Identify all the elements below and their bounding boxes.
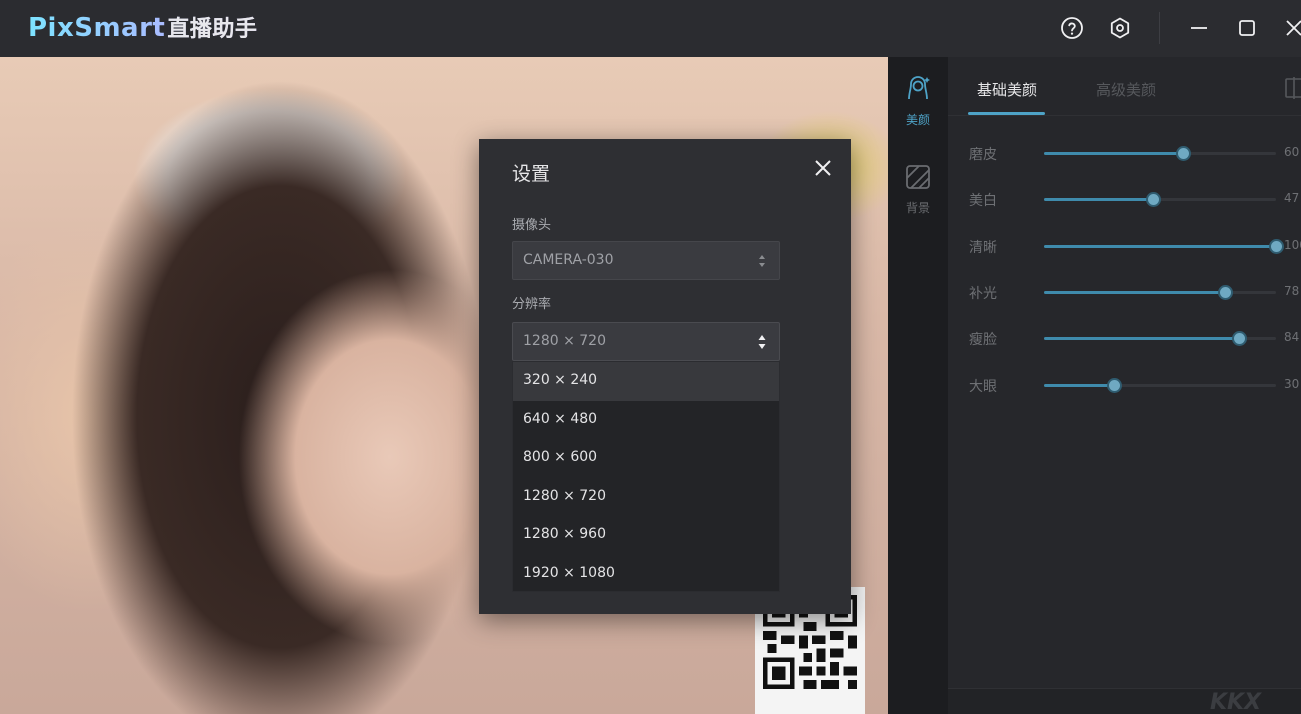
sidebar-item-background[interactable]: 背景 (888, 163, 948, 216)
camera-select[interactable]: CAMERA-030 (512, 241, 780, 280)
compare-icon[interactable] (1284, 77, 1301, 103)
slider-row: 磨皮 60 (948, 142, 1301, 166)
slider-handle[interactable] (1176, 146, 1192, 161)
sidebar-item-beauty[interactable]: 美颜 (888, 73, 948, 128)
slider-value: 60 (1284, 145, 1300, 159)
tab-basic-beauty[interactable]: 基础美颜 (977, 79, 1037, 100)
slider-label: 大眼 (969, 379, 997, 395)
dialog-title: 设置 (512, 163, 551, 185)
slider-track[interactable] (1044, 239, 1284, 254)
slider-fill (1044, 384, 1114, 387)
face-icon (903, 73, 933, 107)
camera-select-value: CAMERA-030 (523, 252, 614, 268)
slider-handle[interactable] (1217, 285, 1233, 300)
minimize-icon[interactable] (1185, 14, 1213, 42)
slider-fill (1044, 337, 1239, 340)
slider-handle[interactable] (1269, 239, 1284, 254)
slider-handle[interactable] (1146, 192, 1162, 207)
slider-row: 美白 47 (948, 188, 1301, 212)
background-icon (904, 163, 932, 195)
slider-track[interactable] (1044, 146, 1276, 161)
slider-track[interactable] (1044, 192, 1276, 207)
slider-track[interactable] (1044, 378, 1276, 393)
slider-track[interactable] (1044, 285, 1276, 300)
watermark: KKX (1210, 690, 1262, 714)
resolution-option-label: 640 × 480 (523, 410, 598, 427)
title-bar: PixSmart直播助手 (0, 0, 1301, 57)
slider-row: 大眼 30 (948, 374, 1301, 398)
slider-fill (1044, 245, 1276, 248)
app-title-cn: 直播助手 (167, 17, 258, 42)
slider-fill (1044, 198, 1154, 201)
resolution-select-value: 1280 × 720 (523, 333, 606, 349)
sort-arrows-icon (757, 332, 767, 352)
resolution-option-label: 1920 × 1080 (523, 564, 615, 581)
maximize-icon[interactable] (1233, 14, 1261, 42)
slider-track[interactable] (1044, 331, 1276, 346)
side-rail: 美颜 背景 (888, 57, 948, 714)
resolution-option[interactable]: 800 × 600 (513, 439, 779, 478)
settings-dialog: 设置 摄像头 CAMERA-030 分辨率 1280 × 720 320 × 2… (479, 139, 851, 614)
tab-advanced-beauty[interactable]: 高级美颜 (1096, 79, 1156, 100)
resolution-option-label: 800 × 600 (523, 449, 598, 465)
app-title-latin: PixSmart (28, 13, 166, 43)
camera-label: 摄像头 (512, 218, 552, 233)
titlebar-separator (1159, 12, 1160, 44)
sidebar-item-label: 背景 (905, 201, 930, 215)
close-dialog-icon[interactable] (811, 156, 835, 180)
resolution-dropdown: 320 × 240 640 × 480 800 × 600 1280 × 720 128… (512, 361, 780, 592)
slider-value: 30 (1284, 377, 1300, 391)
slider-value: 47 (1284, 191, 1300, 205)
resolution-option-label: 1280 × 960 (523, 526, 606, 542)
panel-divider (948, 115, 1301, 116)
help-icon[interactable] (1058, 14, 1086, 42)
resolution-select[interactable]: 1280 × 720 (512, 322, 780, 361)
slider-value: 84 (1284, 330, 1300, 344)
slider-label: 清晰 (969, 240, 997, 256)
sidebar-item-label: 美颜 (905, 113, 930, 127)
resolution-label: 分辨率 (512, 297, 552, 312)
resolution-option[interactable]: 1920 × 1080 (513, 555, 779, 594)
slider-label: 美白 (969, 193, 997, 209)
slider-handle[interactable] (1231, 331, 1247, 346)
slider-label: 补光 (969, 286, 997, 302)
slider-row: 清晰 100 (948, 235, 1301, 259)
slider-row: 补光 78 (948, 281, 1301, 305)
slider-fill (1044, 152, 1184, 155)
resolution-option[interactable]: 1280 × 720 (513, 478, 779, 517)
slider-value: 78 (1284, 284, 1300, 298)
slider-label: 瘦脸 (969, 332, 997, 348)
app-logo: PixSmart直播助手 (28, 11, 257, 43)
slider-label: 磨皮 (969, 147, 997, 163)
slider-value: 100 (1284, 238, 1301, 252)
sort-arrows-icon (757, 251, 767, 271)
slider-handle[interactable] (1106, 378, 1122, 393)
close-icon[interactable] (1280, 14, 1301, 42)
resolution-option[interactable]: 320 × 240 (513, 362, 779, 401)
resolution-option-label: 1280 × 720 (523, 487, 606, 504)
resolution-option[interactable]: 640 × 480 (513, 401, 779, 440)
settings-icon[interactable] (1106, 14, 1134, 42)
slider-row: 瘦脸 84 (948, 327, 1301, 351)
resolution-option-label: 320 × 240 (523, 372, 598, 388)
resolution-option[interactable]: 1280 × 960 (513, 516, 779, 555)
slider-fill (1044, 291, 1225, 294)
